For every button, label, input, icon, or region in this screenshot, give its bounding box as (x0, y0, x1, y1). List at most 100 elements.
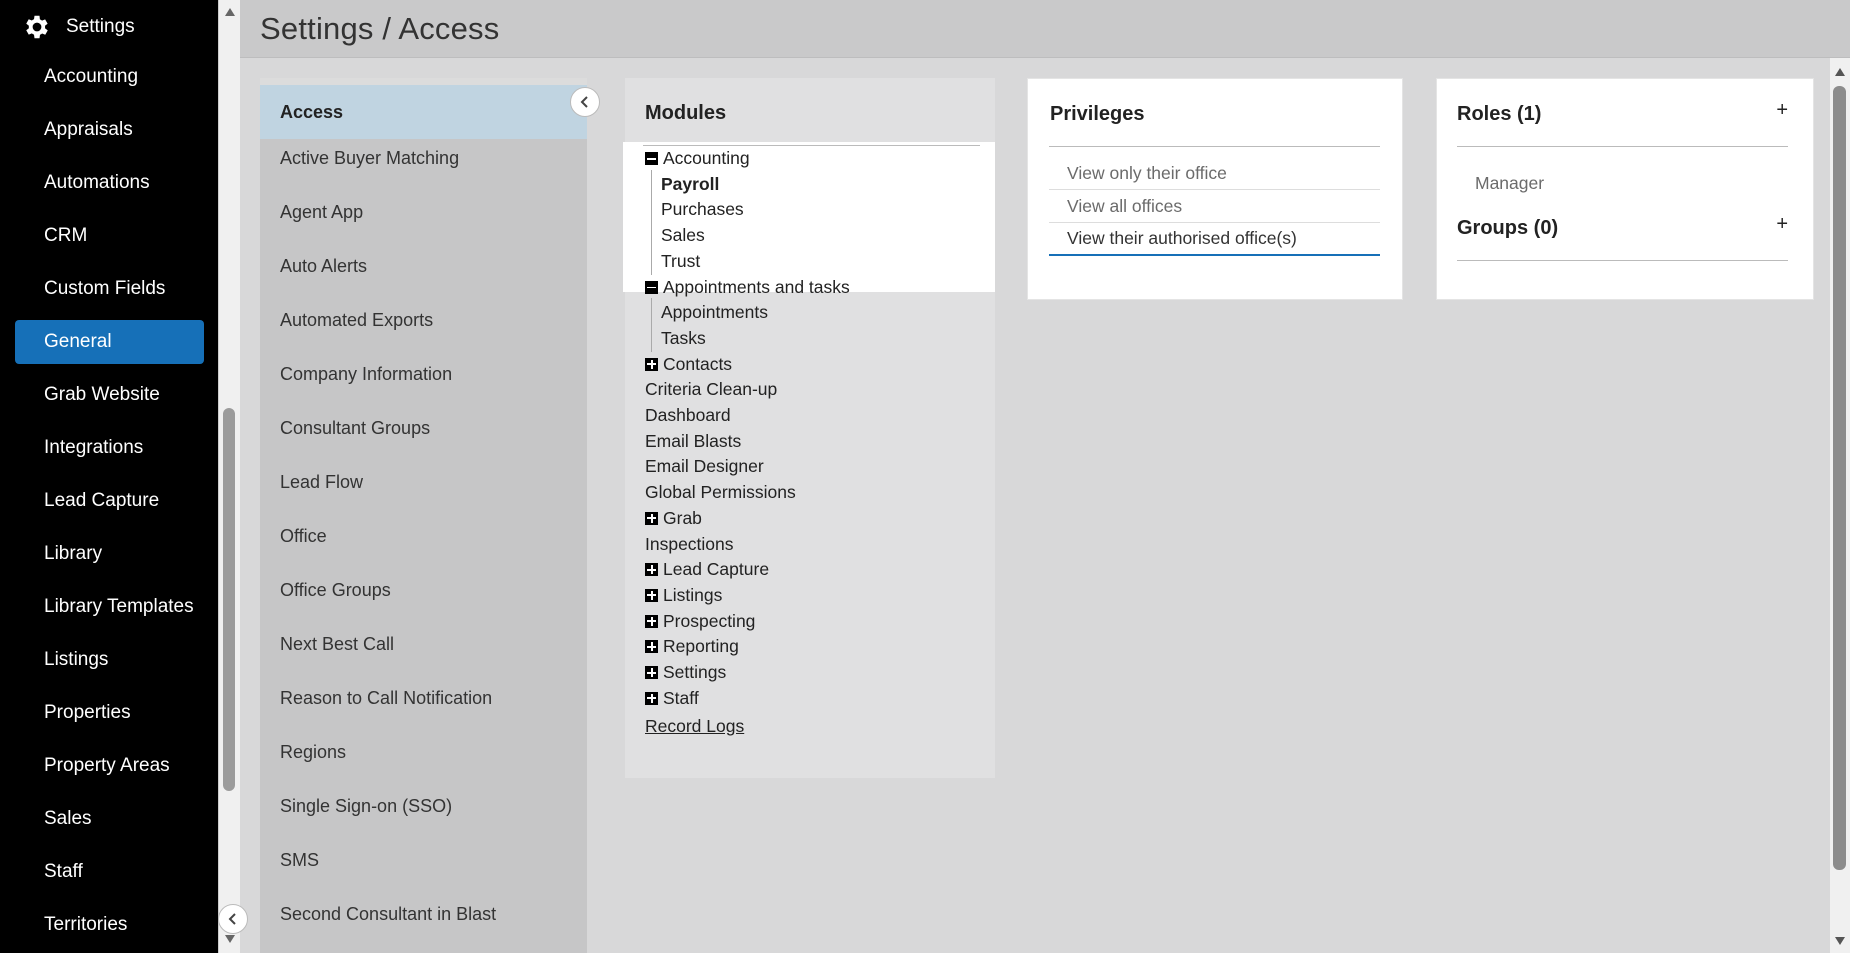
gear-icon (26, 15, 48, 39)
module-tree-item[interactable]: Contacts (645, 354, 732, 375)
module-tree-label: Email Designer (645, 456, 764, 477)
module-tree-item[interactable]: Email Designer (645, 456, 764, 477)
module-tree-label: Purchases (661, 199, 744, 220)
module-tree-item[interactable]: Purchases (651, 195, 744, 224)
settings-list-item[interactable]: Lead Flow (260, 455, 587, 509)
divider (1457, 146, 1788, 147)
nav-item-appraisals[interactable]: Appraisals (15, 108, 204, 152)
scroll-up-icon[interactable] (1835, 68, 1845, 76)
privilege-option[interactable]: View their authorised office(s) (1049, 223, 1380, 256)
module-tree-item[interactable]: Reporting (645, 636, 739, 657)
settings-list-item[interactable]: Second Consultant in Blast (260, 887, 587, 941)
add-group-button[interactable]: + (1776, 213, 1788, 236)
module-tree-item[interactable]: Criteria Clean-up (645, 379, 777, 400)
settings-list-item[interactable]: Single Sign-on (SSO) (260, 779, 587, 833)
record-logs-link[interactable]: Record Logs (645, 716, 744, 737)
settings-list-item[interactable]: Active Buyer Matching (260, 131, 587, 185)
settings-list-item[interactable]: Reason to Call Notification (260, 671, 587, 725)
module-tree-item[interactable]: Inspections (645, 534, 734, 555)
module-tree-label: Payroll (661, 173, 720, 194)
settings-list-item[interactable]: Agent App (260, 185, 587, 239)
settings-list-item[interactable]: Consultant Groups (260, 401, 587, 455)
expand-icon[interactable] (645, 614, 658, 628)
module-tree-item[interactable]: Email Blasts (645, 431, 741, 452)
expand-icon[interactable] (645, 357, 658, 371)
module-tree-item[interactable]: Payroll (650, 169, 720, 198)
nav-item-automations[interactable]: Automations (15, 161, 204, 205)
chevron-left-icon (580, 96, 588, 108)
nav-item-listings[interactable]: Listings (15, 638, 204, 682)
expand-icon[interactable] (645, 588, 658, 602)
module-tree-label: Sales (661, 225, 705, 246)
expand-icon[interactable] (645, 511, 658, 525)
nav-item-lead-capture[interactable]: Lead Capture (15, 479, 204, 523)
nav-title: Settings (66, 16, 135, 37)
module-tree-item[interactable]: Appointments and tasks (645, 277, 850, 298)
privilege-option[interactable]: View only their office (1049, 157, 1380, 190)
module-tree-item[interactable]: Settings (645, 662, 726, 683)
module-tree-item[interactable]: Dashboard (645, 405, 731, 426)
nav-scrollbar[interactable] (218, 0, 248, 953)
add-role-button[interactable]: + (1776, 99, 1788, 122)
main-scrollbar[interactable] (1830, 58, 1850, 953)
nav-item-integrations[interactable]: Integrations (15, 426, 204, 470)
module-tree-item[interactable]: Trust (650, 246, 700, 275)
module-tree-item[interactable]: Staff (645, 688, 699, 709)
expand-icon[interactable] (645, 691, 658, 705)
page-header: Settings / Access (240, 0, 1850, 58)
nav-brand[interactable]: Settings (22, 12, 135, 42)
nav-item-custom-fields[interactable]: Custom Fields (15, 267, 204, 311)
nav-item-general[interactable]: General (15, 320, 204, 364)
settings-list-item[interactable]: Office (260, 509, 587, 563)
main-nav: Settings Accounting Appraisals Automations… (0, 0, 218, 953)
settings-list-item[interactable]: SMS (260, 833, 587, 887)
scroll-up-icon[interactable] (225, 8, 235, 16)
scroll-down-icon[interactable] (225, 935, 235, 943)
role-item[interactable]: Manager (1475, 173, 1544, 194)
module-tree-label: Accounting (663, 148, 750, 168)
module-tree-item[interactable]: Accounting (645, 148, 750, 169)
module-tree-label: Inspections (645, 533, 734, 554)
nav-item-crm[interactable]: CRM (15, 214, 204, 258)
module-tree-label: Settings (663, 662, 727, 682)
modules-title: Modules (645, 102, 727, 124)
module-tree-item[interactable]: Prospecting (645, 611, 755, 632)
scrollbar-thumb[interactable] (223, 408, 235, 791)
nav-item-property-areas[interactable]: Property Areas (15, 744, 204, 788)
settings-list-item[interactable]: Regions (260, 725, 587, 779)
nav-item-sales[interactable]: Sales (15, 797, 204, 841)
scrollbar-thumb[interactable] (1833, 86, 1846, 870)
settings-list-item[interactable]: Office Groups (260, 563, 587, 617)
scroll-down-icon[interactable] (1835, 937, 1845, 945)
privilege-option[interactable]: View all offices (1049, 190, 1380, 223)
module-tree-item[interactable]: Appointments (650, 298, 768, 327)
settings-list-item[interactable]: Auto Alerts (260, 239, 587, 293)
module-tree-item[interactable]: Global Permissions (645, 482, 796, 503)
module-tree-label: Grab (663, 507, 702, 528)
collapse-icon[interactable] (645, 152, 658, 165)
module-tree-item[interactable]: Sales (651, 221, 705, 250)
module-tree-label: Tasks (661, 327, 706, 348)
expand-icon[interactable] (645, 563, 658, 577)
settings-list-item[interactable]: Automated Exports (260, 293, 587, 347)
roles-panel: Roles (1) + Manager Groups (0) + (1436, 78, 1814, 300)
collapse-icon[interactable] (645, 280, 658, 294)
nav-item-territories[interactable]: Territories (15, 903, 204, 947)
nav-item-grab-website[interactable]: Grab Website (15, 373, 204, 417)
nav-item-accounting[interactable]: Accounting (15, 55, 204, 99)
settings-list-item[interactable]: Next Best Call (260, 617, 587, 671)
divider (1457, 260, 1788, 261)
module-tree-item[interactable]: Grab (645, 508, 702, 529)
module-tree-label: Contacts (663, 353, 733, 374)
list-collapse-button[interactable] (570, 87, 600, 117)
module-tree-item[interactable]: Lead Capture (645, 559, 769, 580)
nav-item-staff[interactable]: Staff (15, 850, 204, 894)
settings-list-item[interactable]: Company Information (260, 347, 587, 401)
nav-item-properties[interactable]: Properties (15, 691, 204, 735)
module-tree-item[interactable]: Listings (645, 585, 722, 606)
expand-icon[interactable] (645, 640, 658, 654)
module-tree-item[interactable]: Tasks (651, 323, 706, 352)
nav-item-library[interactable]: Library (15, 532, 204, 576)
nav-item-library-templates[interactable]: Library Templates (15, 585, 204, 629)
expand-icon[interactable] (645, 666, 658, 679)
